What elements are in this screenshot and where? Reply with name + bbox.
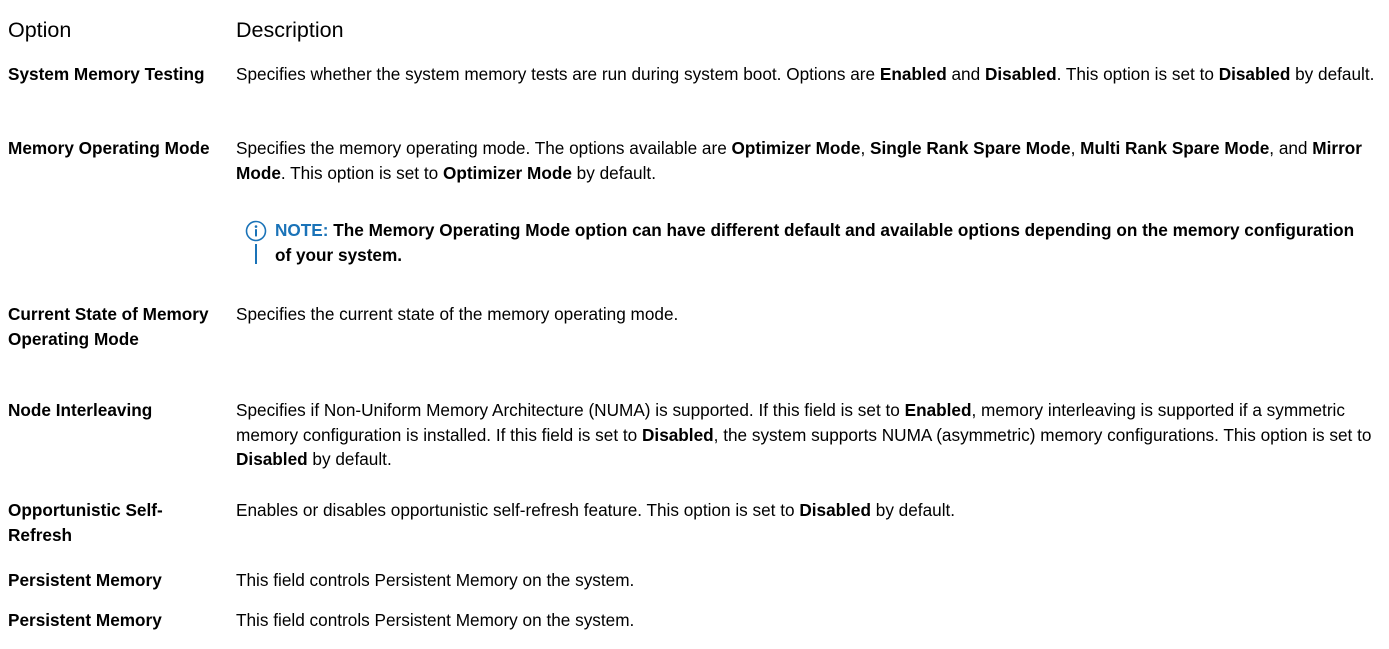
info-icon [245,220,267,242]
description-text: . This option is set to [1056,64,1219,84]
option-value: Disabled [236,449,308,469]
description-text: Specifies if Non-Uniform Memory Architec… [236,400,905,420]
option-value: Optimizer Mode [731,138,861,158]
option-value: Enabled [904,400,972,420]
option-name: Memory Operating Mode [8,138,210,158]
option-name: System Memory Testing [8,64,205,84]
description-text: Specifies the current state of the memor… [236,304,679,324]
description-text: by default. [1290,64,1375,84]
note-bar [255,244,257,264]
option-value: Disabled [1218,64,1291,84]
option-description: Enables or disables opportunistic self-r… [236,498,1383,523]
option-name: Persistent Memory [8,610,162,630]
header-option: Option [8,18,72,42]
option-description: This field controls Persistent Memory on… [236,608,1383,633]
description-text: by default. [307,449,392,469]
option-value: Optimizer Mode [442,162,572,183]
description-text: Specifies the memory operating mode. The… [236,138,732,158]
description-text: , and [1269,138,1313,158]
description-text: by default. [571,162,656,183]
option-value: Single Rank Spare Mode [870,138,1071,158]
option-value: Multi Rank Spare Mode [1080,138,1270,158]
option-description: This field controls Persistent Memory on… [236,568,1383,593]
option-description: Specifies the memory operating mode. The… [236,136,1383,185]
option-value: Disabled [984,64,1057,84]
description-text: , [860,138,871,158]
description-text: , the system supports NUMA (asymmetric) … [713,424,1372,445]
option-name: Current State of Memory Operating Mode [8,304,209,349]
table-header: Option Description [8,16,1378,46]
note-text: NOTE: The Memory Operating Mode option c… [275,218,1365,267]
description-text: , [1070,138,1081,158]
option-description: Specifies the current state of the memor… [236,302,1383,327]
option-description: Specifies whether the system memory test… [236,62,1383,87]
option-name: Node Interleaving [8,400,153,420]
header-description: Description [236,18,344,42]
note-body: The Memory Operating Mode option can hav… [275,220,1355,265]
description-text: This field controls Persistent Memory on… [236,610,635,630]
description-text: Specifies whether the system memory test… [236,64,880,84]
description-text: and [946,64,985,84]
note-label: NOTE: [275,220,329,240]
option-name: Opportunistic Self-Refresh [8,500,163,545]
option-value: Disabled [642,424,714,445]
option-name: Persistent Memory [8,570,162,590]
option-description: Specifies if Non-Uniform Memory Architec… [236,398,1383,472]
option-value: Disabled [799,500,871,520]
description-text: by default. [870,500,956,520]
description-text: . This option is set to [280,162,443,183]
description-text: This field controls Persistent Memory on… [236,570,635,590]
description-text: Enables or disables opportunistic self-r… [236,500,800,520]
bios-options-table: Option Description System Memory Testing… [0,0,1389,649]
option-value: Enabled [879,64,947,84]
